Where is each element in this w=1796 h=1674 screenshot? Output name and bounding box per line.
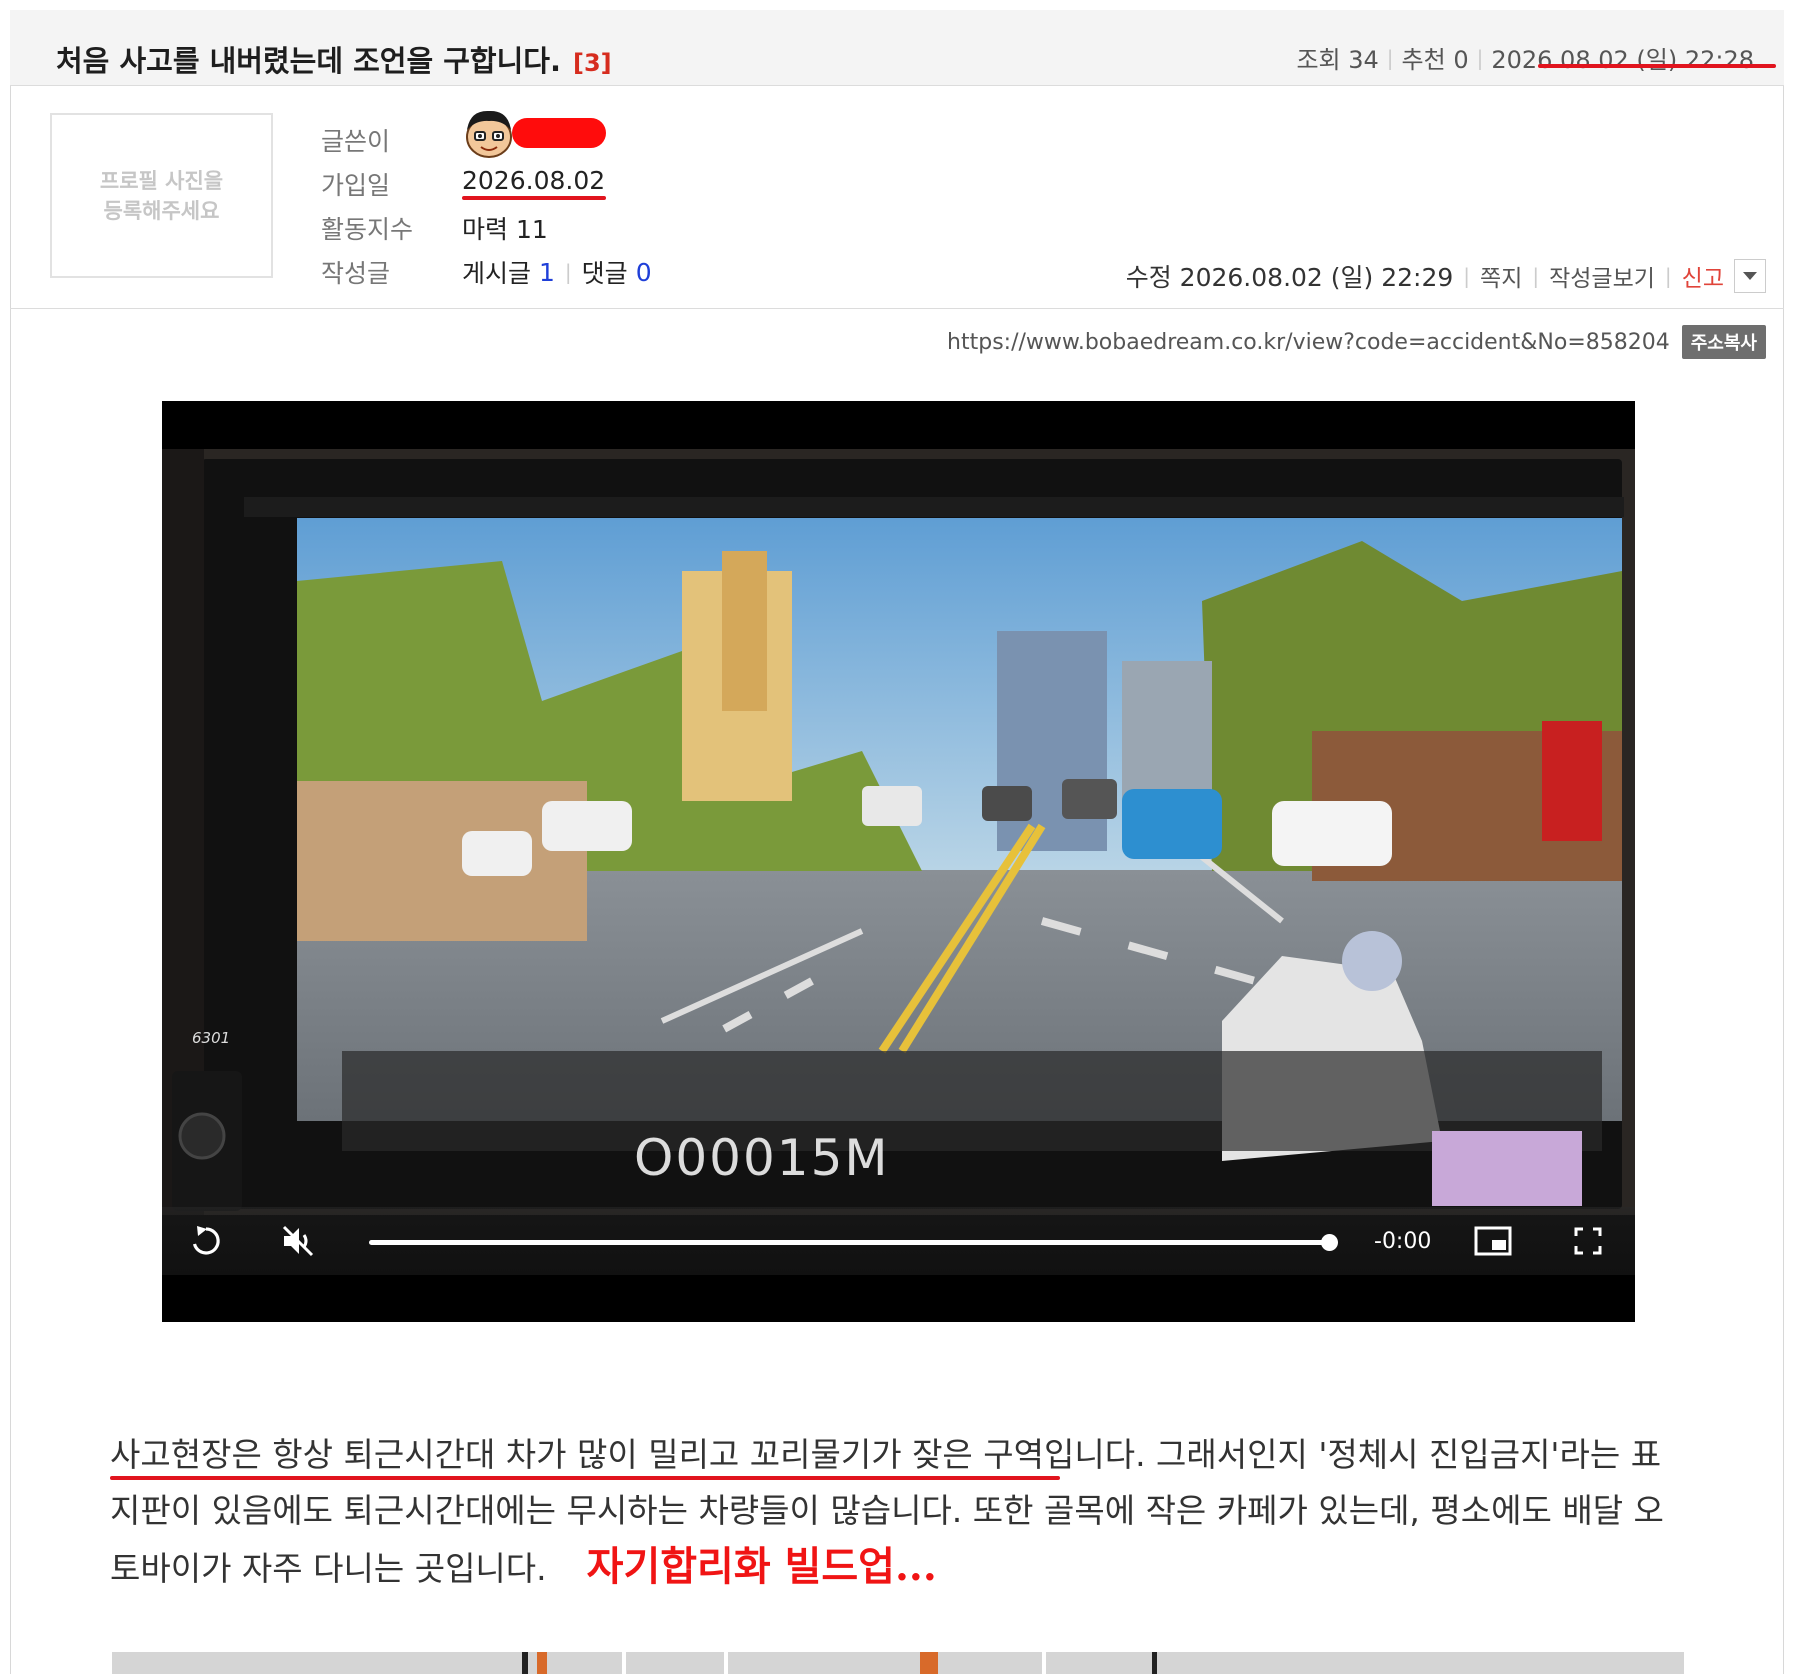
edited-date: 수정 2026.08.02 (일) 22:29: [1125, 263, 1454, 292]
post-title-text: 처음 사고를 내버렸는데 조언을 구합니다.: [56, 44, 561, 78]
comments-label: 댓글: [581, 259, 628, 288]
posts-label: 게시글: [462, 259, 532, 288]
post-meta-row: 수정 2026.08.02 (일) 22:29 | 쪽지 | 작성글보기 | 신…: [1126, 258, 1766, 294]
likes-count: 추천 0: [1401, 46, 1469, 74]
label-author: 글쓴이: [321, 127, 391, 156]
post-title: 처음 사고를 내버렸는데 조언을 구합니다. [3]: [56, 38, 612, 80]
replay-icon[interactable]: [189, 1224, 223, 1258]
divider: |: [1532, 264, 1540, 288]
report-link[interactable]: 신고: [1682, 259, 1724, 293]
content-line-1: 사고현장은 항상 퇴근시간대 차가 많이 밀리고 꼬리물기가 잦은 구역입니다.…: [110, 1435, 1662, 1474]
remaining-time: -0:00: [1374, 1229, 1432, 1254]
post-content: 사고현장은 항상 퇴근시간대 차가 많이 밀리고 꼬리물기가 잦은 구역입니다.…: [110, 1427, 1690, 1597]
post-url[interactable]: https://www.bobaedream.co.kr/view?code=a…: [947, 330, 1670, 355]
content-line-2: 지판이 있음에도 퇴근시간대에는 무시하는 차량들이 많습니다. 또한 골목에 …: [110, 1491, 1664, 1530]
device-label: 6301: [192, 1029, 231, 1047]
content-line-3-text: 토바이가 자주 다니는 곳입니다.: [110, 1549, 547, 1588]
section-divider: [10, 308, 1784, 309]
video-player[interactable]: O00015M 6301 -0:00: [162, 401, 1635, 1322]
redacted-nickname: [512, 118, 606, 148]
red-underline-content: [110, 1476, 1060, 1480]
label-joined: 가입일: [321, 171, 391, 200]
video-overlay-text: O00015M: [634, 1129, 890, 1187]
view-posts-link[interactable]: 작성글보기: [1549, 259, 1655, 293]
comment-count[interactable]: [3]: [573, 49, 612, 77]
video-frame: [162, 449, 1635, 1215]
url-row: https://www.bobaedream.co.kr/view?code=a…: [947, 325, 1766, 359]
preview-strip: [522, 1652, 1157, 1674]
profile-placeholder-line2: 등록해주세요: [103, 198, 220, 223]
comments-count-link[interactable]: 0: [636, 258, 652, 287]
views-count: 조회 34: [1296, 46, 1379, 74]
profile-photo-placeholder[interactable]: 프로필 사진을 등록해주세요: [50, 113, 273, 278]
red-underline-joined: [462, 196, 606, 200]
progress-handle[interactable]: [1321, 1234, 1338, 1251]
divider: |: [1463, 264, 1471, 288]
post-stats: 조회 34 | 추천 0 | 2026.08.02 (일) 22:28: [1296, 40, 1754, 75]
divider: |: [1386, 45, 1394, 70]
activity-value: 마력 11: [462, 215, 548, 244]
posts-summary: 게시글 1 | 댓글 0: [462, 254, 652, 290]
label-posts: 작성글: [321, 259, 391, 288]
profile-placeholder-line1: 프로필 사진을: [99, 168, 224, 193]
fullscreen-icon[interactable]: [1574, 1227, 1602, 1255]
picture-in-picture-icon[interactable]: [1474, 1226, 1512, 1256]
video-controls: -0:00: [162, 1207, 1635, 1275]
muted-volume-icon[interactable]: [280, 1223, 316, 1259]
divider: |: [1664, 264, 1672, 288]
posts-count-link[interactable]: 1: [539, 258, 555, 287]
author-info[interactable]: [462, 108, 606, 158]
next-image-preview: [112, 1652, 1684, 1674]
chevron-down-icon: [1743, 272, 1757, 280]
progress-bar[interactable]: [369, 1240, 1329, 1245]
post-date: 2026.08.02 (일) 22:28: [1491, 46, 1754, 74]
divider: |: [1476, 45, 1484, 70]
post-header: 처음 사고를 내버렸는데 조언을 구합니다. [3] 조회 34 | 추천 0 |…: [10, 10, 1784, 86]
copy-url-button[interactable]: 주소복사: [1681, 325, 1766, 359]
label-activity: 활동지수: [321, 215, 414, 244]
content-line-3: 토바이가 자주 다니는 곳입니다. 자기합리화 빌드업...: [110, 1539, 1690, 1597]
more-dropdown[interactable]: [1734, 259, 1766, 293]
red-annotation: 자기합리화 빌드업...: [586, 1543, 937, 1590]
divider: |: [564, 260, 572, 284]
avatar-icon: [466, 110, 512, 158]
message-link[interactable]: 쪽지: [1480, 259, 1522, 293]
red-underline-date: [1538, 64, 1776, 68]
joined-date: 2026.08.02: [462, 166, 606, 195]
